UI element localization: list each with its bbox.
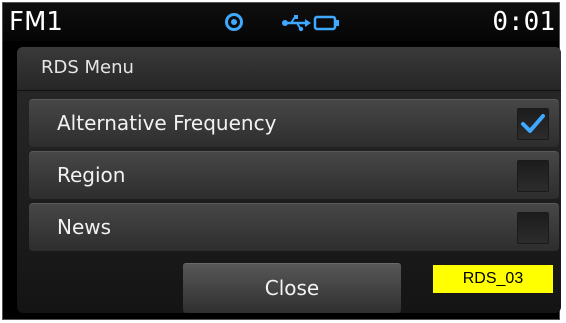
option-news[interactable]: News — [29, 203, 559, 251]
option-region[interactable]: Region — [29, 151, 559, 199]
region-checkbox[interactable] — [517, 160, 549, 192]
option-alternative-frequency[interactable]: Alternative Frequency — [29, 99, 559, 147]
status-bar: FM1 0:01 — [3, 3, 559, 41]
usb-icon — [282, 15, 311, 32]
battery-icon — [313, 15, 339, 31]
option-label: News — [57, 215, 112, 239]
option-label: Alternative Frequency — [57, 111, 277, 135]
display-screen: FM1 0:01 RDS Menu Alternative Frequency — [2, 2, 561, 320]
rds-menu-dialog: RDS Menu Alternative Frequency Region Ne… — [17, 47, 561, 313]
checkmark-icon — [521, 114, 545, 133]
alternative-frequency-checkbox[interactable] — [517, 108, 549, 140]
dialog-title: RDS Menu — [41, 57, 134, 78]
close-button[interactable]: Close — [183, 263, 401, 313]
disc-icon — [225, 13, 243, 31]
option-label: Region — [57, 163, 126, 187]
screen-id-tag: RDS_03 — [433, 265, 553, 293]
dialog-header: RDS Menu — [17, 47, 561, 91]
news-checkbox[interactable] — [517, 212, 549, 244]
source-label: FM1 — [9, 7, 63, 37]
clock-display: 0:01 — [492, 7, 555, 37]
